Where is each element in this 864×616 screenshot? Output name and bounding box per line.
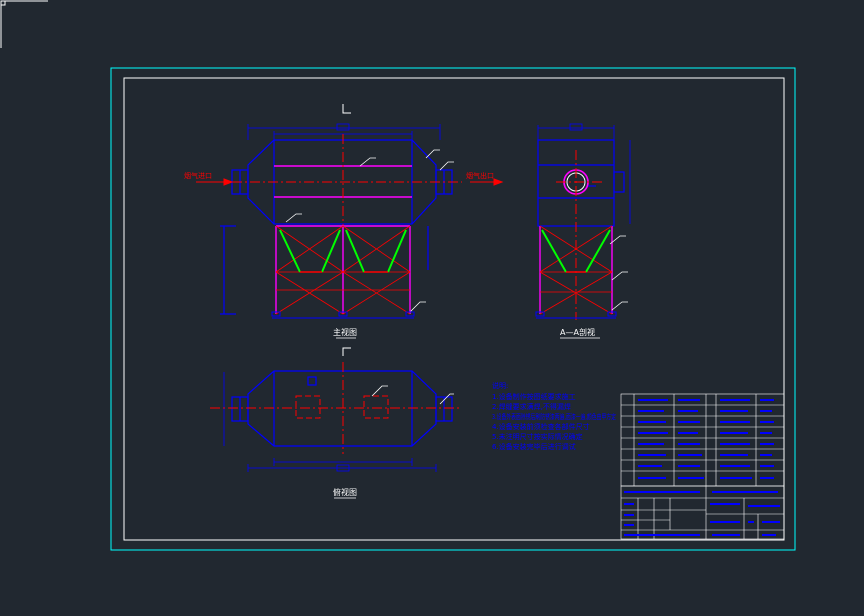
note-4: 4.设备安装前须检查各部件尺寸: [492, 422, 590, 431]
top-view: 俯视图: [210, 347, 460, 499]
note-3: 3.设备外表面除锈后刷防锈漆两遍,面漆一遍,颜色由甲方定: [492, 412, 616, 421]
note-1: 1.设备制作按图纸要求施工: [492, 392, 576, 401]
section-marker-top: [342, 104, 351, 114]
side-view: A—A剖视: [535, 123, 631, 339]
ucs-icon: [0, 0, 48, 48]
note-6: 6.设备安装完毕后进行调试: [492, 442, 576, 451]
top-view-caption: 俯视图: [333, 487, 357, 497]
front-view-caption: 主视图: [333, 327, 357, 337]
inlet-label: 烟气进口: [184, 171, 212, 180]
section-marker-bottom: [342, 347, 351, 356]
title-block: [620, 485, 785, 540]
title-block-entries: [624, 491, 780, 536]
cad-drawing-canvas: 烟气进口 烟气出口 主视图 A—A剖视 俯视图 说明: 1.设备制作按图纸要求施…: [0, 0, 796, 551]
note-5: 5.未注明尺寸按实际情况确定: [492, 432, 583, 441]
note-2: 2.焊缝要求满焊,不得漏焊: [492, 402, 571, 411]
front-view: 烟气进口 烟气出口 主视图: [184, 104, 504, 339]
outlet-label: 烟气出口: [466, 171, 494, 180]
parts-list-table: [620, 393, 785, 487]
side-view-caption: A—A剖视: [560, 327, 595, 337]
notes-title: 说明:: [492, 381, 508, 390]
technical-notes: 说明: 1.设备制作按图纸要求施工 2.焊缝要求满焊,不得漏焊 3.设备外表面除…: [492, 381, 616, 451]
